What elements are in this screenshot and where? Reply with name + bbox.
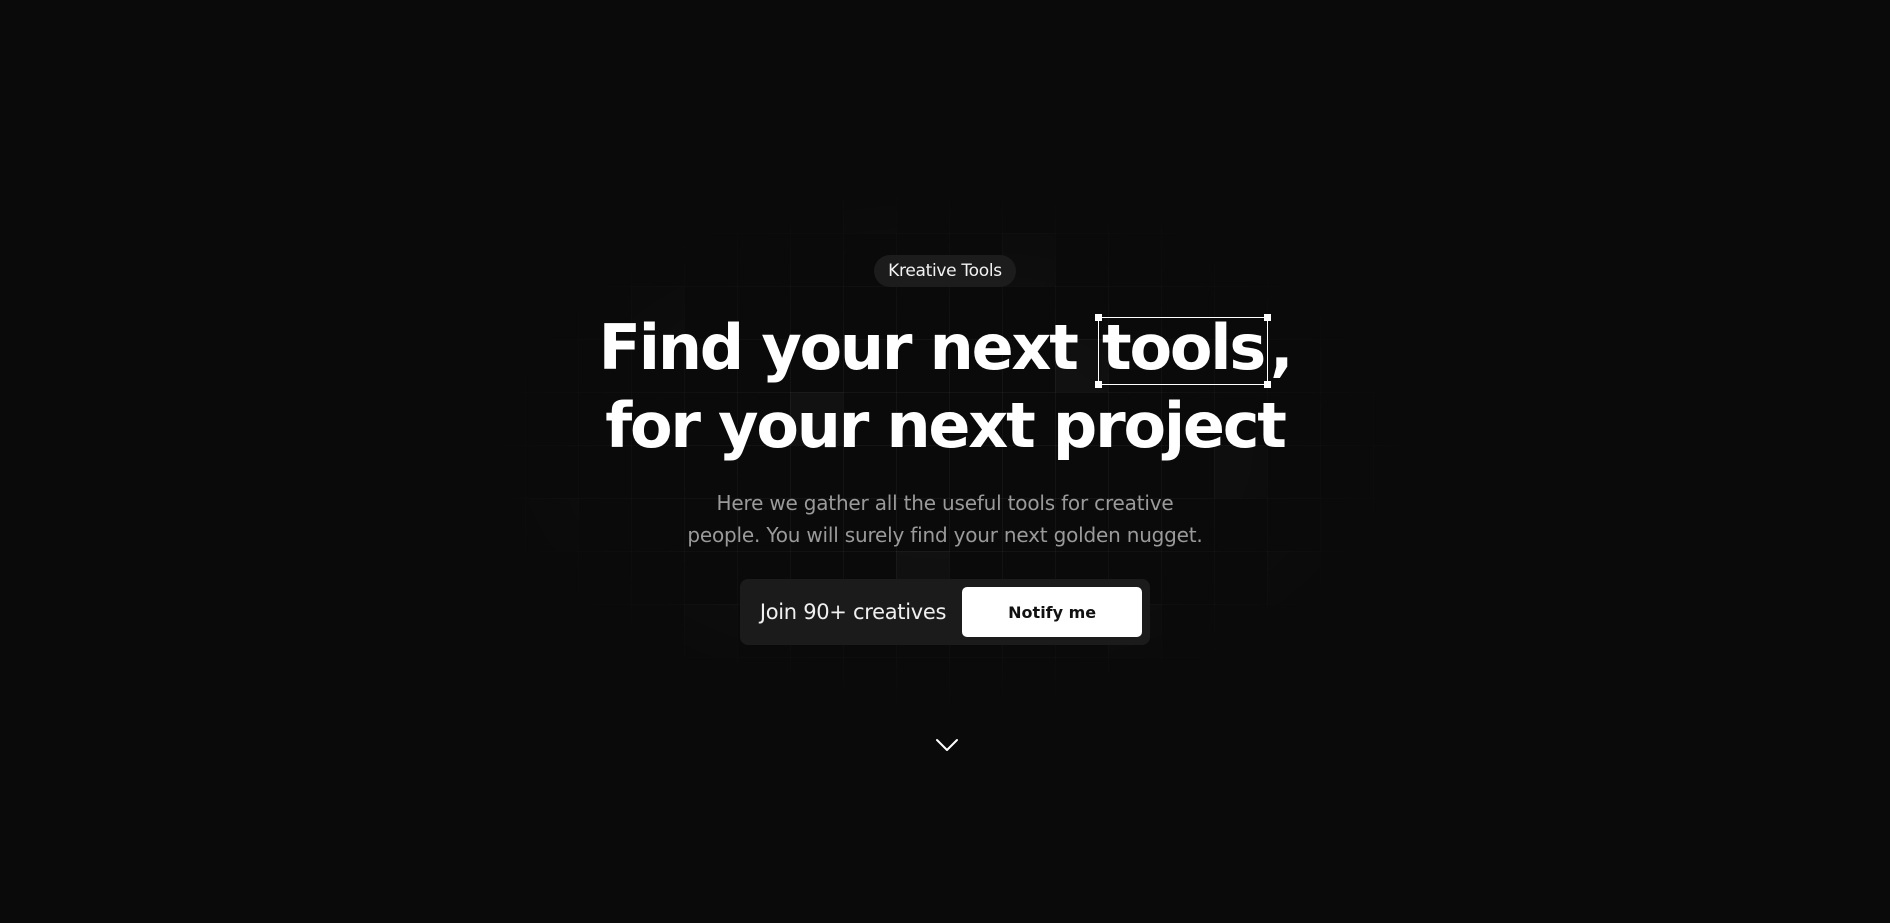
- hero-subtitle-line-1: Here we gather all the useful tools for …: [716, 491, 1174, 515]
- hero-subtitle: Here we gather all the useful tools for …: [687, 487, 1202, 551]
- title-text-start: Find your next: [598, 311, 1079, 384]
- chevron-down-icon[interactable]: [935, 737, 959, 753]
- landing-page: Kreative Tools Find your next tools, for…: [0, 0, 1890, 923]
- hero-title-line-1: Find your next tools,: [598, 309, 1294, 388]
- selection-handle-top-left: [1095, 314, 1103, 321]
- hero-title: Find your next tools, for your next proj…: [598, 309, 1294, 465]
- title-highlight-text: tools: [1102, 311, 1266, 384]
- title-comma: ,: [1270, 311, 1294, 384]
- cta-label: Join 90+ creatives: [759, 600, 947, 624]
- hero-title-line-2: for your next project: [605, 389, 1287, 462]
- hero-subtitle-line-2: people. You will surely find your next g…: [687, 523, 1203, 547]
- signup-cta: Join 90+ creatives Notify me: [739, 579, 1151, 645]
- notify-me-button[interactable]: Notify me: [962, 587, 1143, 637]
- hero-section: Kreative Tools Find your next tools, for…: [0, 0, 1890, 923]
- brand-badge: Kreative Tools: [874, 255, 1016, 287]
- selection-handle-top-right: [1264, 314, 1272, 321]
- selection-handle-bottom-right: [1264, 381, 1272, 388]
- selection-handle-bottom-left: [1095, 381, 1103, 388]
- title-highlight: tools: [1095, 309, 1272, 388]
